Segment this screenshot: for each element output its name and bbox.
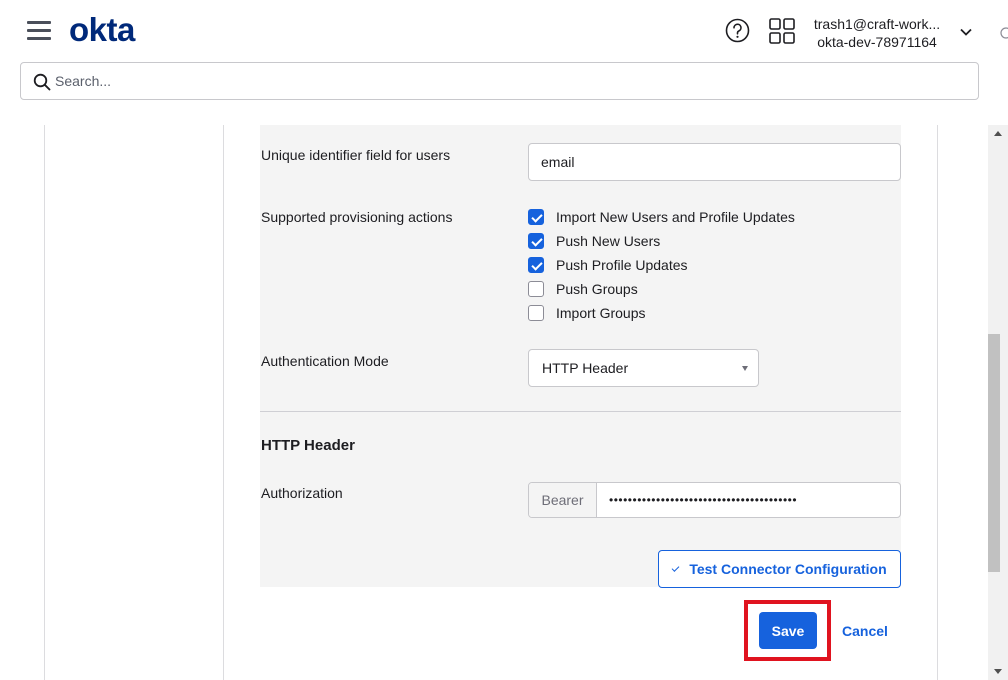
- checkbox-checked[interactable]: [528, 209, 544, 225]
- unique-id-label: Unique identifier field for users: [261, 147, 451, 163]
- test-connector-label: Test Connector Configuration: [689, 561, 887, 577]
- checkbox-unchecked[interactable]: [528, 305, 544, 321]
- scrollbar-thumb[interactable]: [988, 334, 1000, 572]
- checkbox-checked[interactable]: [528, 257, 544, 273]
- checkbox-label: Push Groups: [556, 281, 638, 297]
- caret-down-icon: [742, 366, 748, 371]
- user-menu[interactable]: trash1@craft-work... okta-dev-78971164: [806, 15, 948, 51]
- auth-mode-value: HTTP Header: [542, 360, 629, 376]
- org-name: okta-dev-78971164: [817, 34, 937, 50]
- edge-icon: [1000, 27, 1008, 39]
- check-icon: [671, 563, 680, 572]
- search-bar: [20, 62, 979, 100]
- top-bar: okta trash1@craft-work... okta-dev-78971…: [0, 0, 1008, 110]
- page-scrollbar[interactable]: [988, 125, 1008, 680]
- checkbox-import-new-users[interactable]: Import New Users and Profile Updates: [528, 208, 795, 226]
- apps-grid-icon[interactable]: [769, 18, 795, 44]
- cancel-button[interactable]: Cancel: [842, 623, 888, 639]
- test-connector-button[interactable]: Test Connector Configuration: [658, 550, 901, 588]
- okta-logo[interactable]: okta: [69, 11, 135, 49]
- provisioning-actions-label: Supported provisioning actions: [261, 209, 453, 225]
- scroll-up-arrow-icon[interactable]: [988, 125, 1008, 142]
- layout-divider-middle: [223, 125, 224, 680]
- checkbox-push-profile-updates[interactable]: Push Profile Updates: [528, 256, 688, 274]
- search-icon: [33, 73, 51, 91]
- layout-divider-right: [937, 125, 938, 680]
- checkbox-label: Import New Users and Profile Updates: [556, 209, 795, 225]
- authorization-label: Authorization: [261, 485, 343, 501]
- menu-icon[interactable]: [27, 21, 51, 40]
- unique-id-field[interactable]: email: [528, 143, 901, 181]
- checkbox-label: Import Groups: [556, 305, 646, 321]
- bearer-prefix: Bearer: [529, 483, 597, 517]
- checkbox-unchecked[interactable]: [528, 281, 544, 297]
- auth-mode-select[interactable]: HTTP Header: [528, 349, 759, 387]
- user-email: trash1@craft-work...: [813, 16, 941, 32]
- search-input[interactable]: [55, 64, 955, 98]
- auth-mode-label: Authentication Mode: [261, 353, 389, 369]
- layout-divider-left: [44, 125, 45, 680]
- checkbox-push-new-users[interactable]: Push New Users: [528, 232, 660, 250]
- http-header-title: HTTP Header: [261, 437, 355, 454]
- authorization-input[interactable]: ••••••••••••••••••••••••••••••••••••••••: [609, 483, 899, 517]
- scroll-down-arrow-icon[interactable]: [988, 663, 1008, 680]
- chevron-down-icon[interactable]: [958, 26, 974, 38]
- checkbox-checked[interactable]: [528, 233, 544, 249]
- section-divider: [260, 411, 901, 412]
- checkbox-push-groups[interactable]: Push Groups: [528, 280, 638, 298]
- authorization-field: Bearer •••••••••••••••••••••••••••••••••…: [528, 482, 901, 518]
- checkbox-label: Push New Users: [556, 233, 661, 249]
- checkbox-import-groups[interactable]: Import Groups: [528, 304, 645, 322]
- save-button[interactable]: Save: [759, 612, 817, 649]
- checkbox-label: Push Profile Updates: [556, 257, 688, 273]
- help-icon[interactable]: [725, 18, 750, 43]
